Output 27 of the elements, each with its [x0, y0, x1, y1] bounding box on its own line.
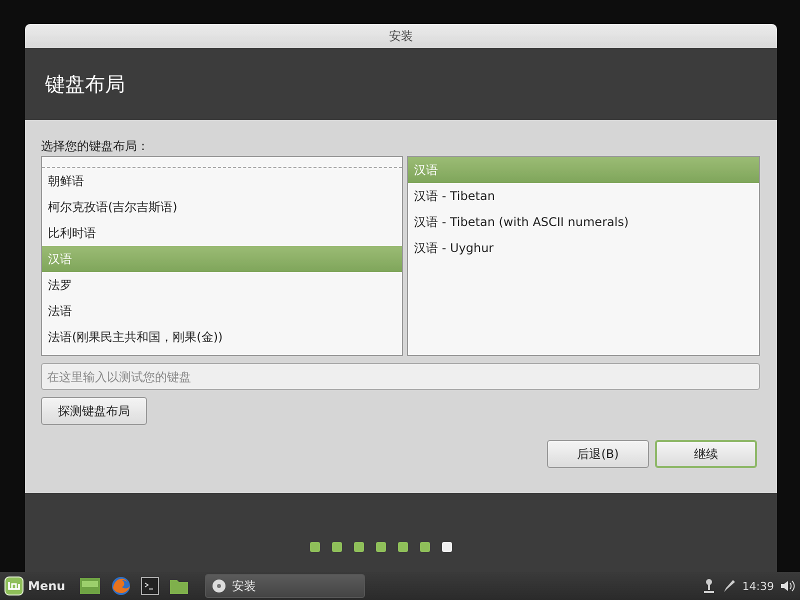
variant-item[interactable]: 汉语 - Tibetan (with ASCII numerals): [408, 209, 759, 235]
layout-item[interactable]: 法语(刚果民主共和国，刚果(金)): [42, 324, 402, 350]
prompt-label: 选择您的键盘布局：: [41, 138, 150, 155]
terminal-icon[interactable]: [141, 577, 160, 595]
detect-layout-button[interactable]: 探测键盘布局: [41, 397, 147, 425]
layout-item[interactable]: 朝鲜语: [42, 168, 402, 194]
back-button[interactable]: 后退(B): [547, 440, 649, 468]
variant-item[interactable]: 汉语 - Uyghur: [408, 235, 759, 261]
browser-icon[interactable]: [111, 576, 132, 596]
test-input-field[interactable]: 在这里输入以测试您的键盘: [41, 363, 760, 390]
taskbar-window-button[interactable]: 安装: [205, 574, 366, 598]
mint-logo-icon: [4, 576, 24, 596]
clock[interactable]: 14:39: [742, 580, 774, 592]
continue-button[interactable]: 继续: [655, 440, 757, 468]
folder-icon[interactable]: [169, 577, 190, 595]
disc-icon: [212, 579, 226, 593]
volume-icon[interactable]: [780, 579, 796, 593]
layout-item[interactable]: 法罗: [42, 272, 402, 298]
window-title: 安装: [389, 28, 413, 44]
menu-button[interactable]: Menu: [4, 576, 72, 596]
layout-item[interactable]: 柯尔克孜语(吉尔吉斯语): [42, 194, 402, 220]
page-title: 键盘布局: [45, 70, 125, 98]
pencil-icon[interactable]: [722, 578, 736, 594]
layout-item[interactable]: 法语: [42, 298, 402, 324]
variant-item[interactable]: 汉语 - Tibetan: [408, 183, 759, 209]
layout-item[interactable]: 比利时语: [42, 220, 402, 246]
desktop-icon[interactable]: [79, 576, 102, 596]
